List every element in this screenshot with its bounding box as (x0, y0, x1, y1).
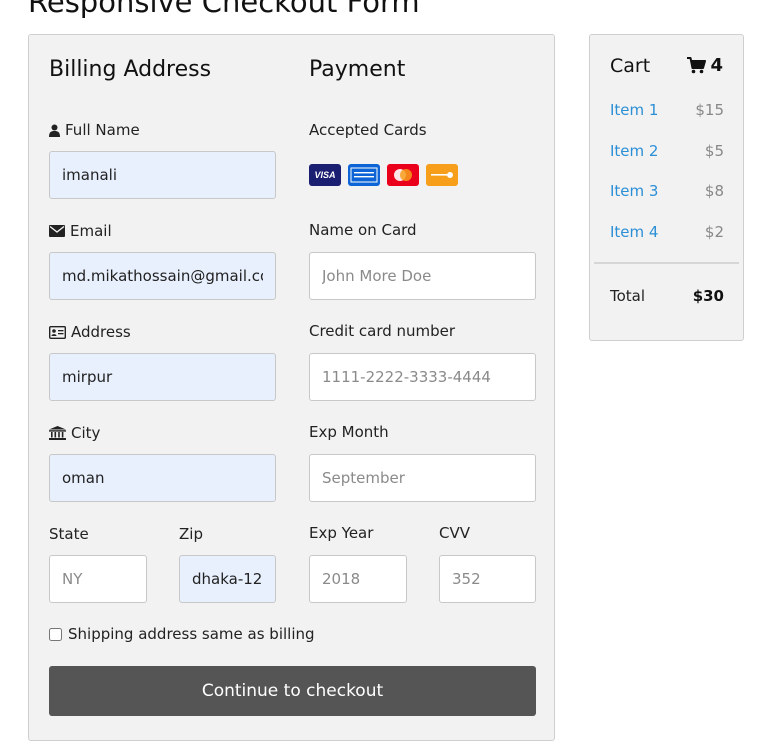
payment-heading: Payment (309, 57, 406, 82)
cart-total-label: Total (610, 287, 646, 305)
cart-item: Item 4 $2 (610, 223, 724, 241)
cart-item-link-2[interactable]: Item 2 (610, 142, 658, 160)
cart-item-price-3: $8 (704, 182, 724, 200)
shipping-same-row[interactable]: Shipping address same as billing (49, 625, 315, 643)
cart-item-price-4: $2 (704, 223, 724, 241)
cart-total-value: $30 (692, 287, 724, 305)
email-label-text: Email (70, 222, 112, 240)
mastercard-icon (387, 164, 419, 186)
cart-total-row: Total $30 (610, 287, 724, 305)
email-input[interactable] (49, 252, 276, 300)
full-name-label: Full Name (49, 121, 140, 139)
continue-to-checkout-button[interactable]: Continue to checkout (49, 666, 536, 716)
email-label: Email (49, 222, 112, 240)
cart-item: Item 1 $15 (610, 101, 724, 119)
address-label-text: Address (71, 323, 131, 341)
name-on-card-input[interactable] (309, 252, 536, 300)
accepted-cards: VISA (309, 164, 458, 186)
checkout-form: Billing Address Full Name Email Address (28, 34, 555, 741)
exp-month-input[interactable] (309, 454, 536, 502)
cart-divider (594, 262, 739, 264)
user-icon (49, 124, 60, 137)
cart-item: Item 3 $8 (610, 182, 724, 200)
cart-item-price-1: $15 (695, 101, 724, 119)
shipping-same-label: Shipping address same as billing (68, 625, 315, 643)
cart-item-link-3[interactable]: Item 3 (610, 182, 658, 200)
zip-label: Zip (179, 525, 203, 543)
state-input[interactable] (49, 555, 147, 603)
accepted-cards-label: Accepted Cards (309, 121, 427, 139)
full-name-input[interactable] (49, 151, 276, 199)
cart-item-link-1[interactable]: Item 1 (610, 101, 658, 119)
zip-input[interactable] (179, 555, 276, 603)
cvv-input[interactable] (439, 555, 536, 603)
visa-icon: VISA (309, 164, 341, 186)
exp-year-input[interactable] (309, 555, 407, 603)
name-on-card-label: Name on Card (309, 221, 417, 239)
cvv-label: CVV (439, 524, 470, 542)
cart-item-link-4[interactable]: Item 4 (610, 223, 658, 241)
address-label: Address (49, 323, 131, 341)
city-input[interactable] (49, 454, 276, 502)
amex-icon (348, 164, 380, 186)
exp-month-label: Exp Month (309, 423, 389, 441)
card-number-input[interactable] (309, 353, 536, 401)
discover-icon (426, 164, 458, 186)
institution-icon (49, 426, 66, 440)
cart-count-value: 4 (710, 55, 723, 76)
cart-title: Cart (610, 55, 651, 77)
shopping-cart-icon (687, 57, 707, 74)
exp-year-label: Exp Year (309, 524, 374, 542)
card-number-label: Credit card number (309, 322, 456, 340)
shipping-same-checkbox[interactable] (49, 627, 62, 641)
state-label: State (49, 525, 89, 543)
address-input[interactable] (49, 353, 276, 401)
full-name-label-text: Full Name (65, 121, 140, 139)
page-title: Responsive Checkout Form (28, 0, 420, 19)
cart-panel: Cart 4 Item 1 $15 Item 2 $5 Item 3 $8 It… (589, 34, 744, 341)
billing-heading: Billing Address (49, 57, 212, 82)
cart-item: Item 2 $5 (610, 142, 724, 160)
envelope-icon (49, 225, 65, 237)
cart-count: 4 (687, 55, 723, 76)
cart-item-price-2: $5 (704, 142, 724, 160)
city-label-text: City (71, 424, 101, 442)
address-card-icon (49, 325, 66, 339)
city-label: City (49, 424, 100, 442)
